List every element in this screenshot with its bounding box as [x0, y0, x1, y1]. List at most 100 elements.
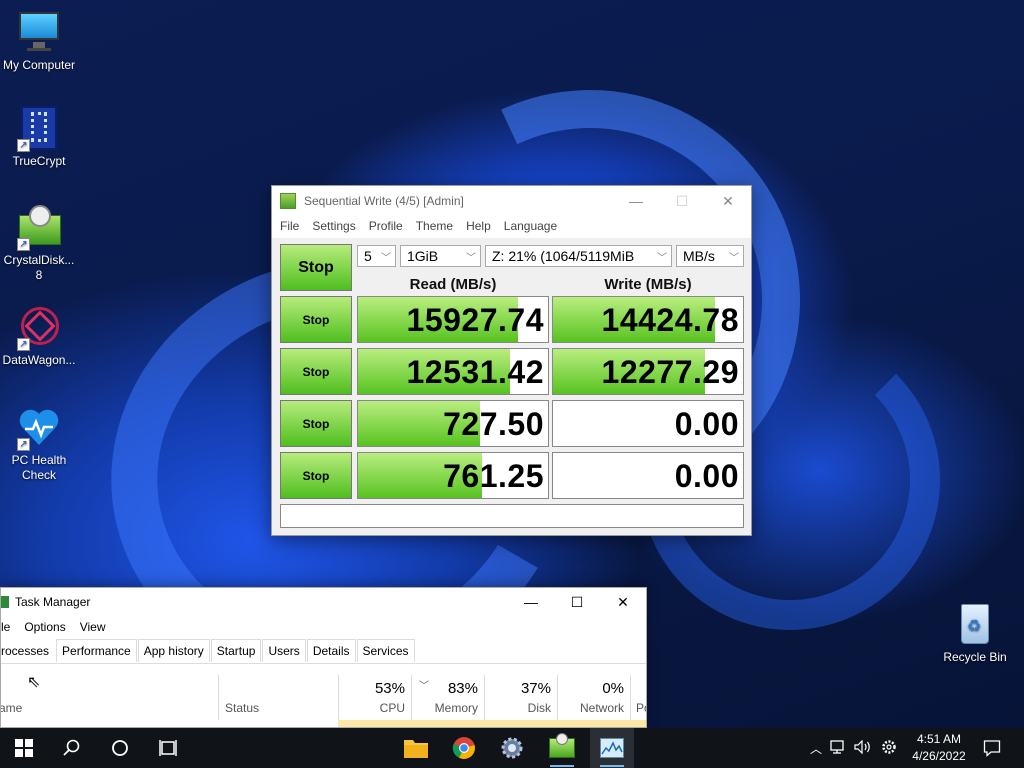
minimize-button[interactable]: — [613, 186, 659, 216]
test-count-select[interactable]: 5 ﹀ [357, 245, 396, 267]
taskbar-clock[interactable]: 4:51 AM 4/26/2022 [908, 731, 970, 765]
write-result-cell: 0.00 [552, 400, 744, 447]
unit-select[interactable]: MB/s ﹀ [676, 245, 744, 267]
taskbar-settings[interactable] [490, 728, 534, 768]
column-memory[interactable]: Memory [414, 701, 478, 715]
search-icon [63, 739, 80, 756]
tm-tabs: rocesses Performance App history Startup… [1, 638, 646, 664]
tab-users[interactable]: Users [262, 639, 306, 662]
folder-icon [404, 740, 428, 758]
menu-profile[interactable]: Profile [369, 219, 403, 233]
chevron-down-icon: ﹀ [381, 253, 391, 264]
write-value: 14424.78 [601, 302, 739, 338]
taskbar-chrome[interactable] [442, 728, 486, 768]
maximize-button[interactable]: ☐ [554, 588, 600, 617]
process-row-highlight [338, 720, 646, 727]
test-size-select[interactable]: 1GiB ﹀ [400, 245, 481, 267]
column-divider [411, 675, 412, 720]
desktop-icon-pc-health-check[interactable]: ↗ PC Health Check [0, 405, 78, 483]
tab-performance[interactable]: Performance [56, 639, 137, 662]
mouse-cursor-icon: ⇖ [27, 674, 41, 691]
drive-select[interactable]: Z: 21% (1064/5119MiB ﹀ [485, 245, 672, 267]
menu-settings[interactable]: Settings [312, 219, 355, 233]
tm-titlebar[interactable]: Task Manager — ☐ ✕ [1, 588, 646, 616]
notification-icon [983, 740, 1001, 757]
taskbar-task-manager[interactable] [590, 728, 634, 768]
task-manager-window: Task Manager — ☐ ✕ le Options View roces… [0, 587, 647, 728]
cortana-button[interactable] [98, 728, 142, 768]
system-tray: ︿ [806, 728, 902, 768]
network-percent: 0% [602, 680, 624, 697]
settings-gear-icon[interactable] [876, 739, 902, 758]
menu-file[interactable]: le [1, 620, 10, 634]
column-name[interactable]: ame [1, 701, 22, 715]
stop-row-button[interactable]: Stop [280, 400, 352, 447]
column-network[interactable]: Network [560, 701, 624, 715]
menu-language[interactable]: Language [504, 219, 557, 233]
maximize-button[interactable]: ☐ [659, 186, 705, 216]
column-divider [218, 675, 219, 720]
chevron-down-icon: ﹀ [657, 253, 667, 264]
desktop-icon-my-computer[interactable]: My Computer [0, 10, 78, 73]
column-status[interactable]: Status [225, 701, 259, 715]
stop-row-button[interactable]: Stop [280, 296, 352, 343]
memory-percent: 83% [447, 680, 478, 697]
gear-icon [501, 737, 523, 759]
menu-view[interactable]: View [80, 620, 106, 634]
stop-row-button[interactable]: Stop [280, 452, 352, 499]
read-column-header: Read (MB/s) [409, 276, 497, 293]
desktop-icon-truecrypt[interactable]: ↗ TrueCrypt [0, 106, 78, 169]
read-value: 727.50 [443, 406, 544, 442]
comment-field[interactable] [280, 504, 744, 528]
windows-logo-icon [15, 739, 33, 757]
menu-theme[interactable]: Theme [416, 219, 453, 233]
start-button[interactable] [2, 728, 46, 768]
close-button[interactable]: ✕ [600, 588, 646, 617]
column-disk[interactable]: Disk [487, 701, 551, 715]
tab-app-history[interactable]: App history [137, 639, 210, 662]
cdm-menubar: File Settings Profile Theme Help Languag… [272, 216, 751, 236]
tab-details[interactable]: Details [306, 639, 356, 662]
desktop-icon-recycle-bin[interactable]: ♻ Recycle Bin [936, 602, 1014, 665]
cdm-titlebar[interactable]: Sequential Write (4/5) [Admin] — ☐ ✕ [272, 186, 751, 216]
taskbar: ︿ 4:51 AM 4/26/2022 [0, 728, 1024, 768]
taskbar-file-explorer[interactable] [394, 728, 438, 768]
menu-file[interactable]: File [280, 219, 299, 233]
read-result-cell: 727.50 [357, 400, 549, 447]
write-result-cell: 12277.29 [552, 348, 744, 395]
stop-all-button[interactable]: Stop [280, 244, 352, 291]
write-value: 12277.29 [601, 354, 739, 390]
cortana-circle-icon [112, 740, 128, 756]
tab-processes[interactable]: rocesses [1, 639, 55, 662]
datawagon-icon: ↗ [17, 305, 61, 351]
chrome-icon [452, 737, 475, 759]
column-power[interactable]: Po [636, 701, 646, 715]
tab-services[interactable]: Services [356, 639, 415, 662]
stop-row-button[interactable]: Stop [280, 348, 352, 395]
volume-icon[interactable] [850, 739, 876, 757]
menu-help[interactable]: Help [466, 219, 491, 233]
taskbar-crystaldiskmark[interactable] [540, 728, 584, 768]
task-view-button[interactable] [146, 728, 190, 768]
desktop-icon-datawagon[interactable]: ↗ DataWagon... [0, 305, 78, 368]
menu-options[interactable]: Options [24, 620, 65, 634]
read-value: 12531.42 [406, 354, 544, 390]
network-icon[interactable] [826, 739, 850, 757]
column-cpu[interactable]: CPU [341, 701, 405, 715]
disk-percent: 37% [520, 680, 551, 697]
process-table-header: ⇖ ame Status 53% CPU ﹀ 83% Memory 37% Di… [1, 674, 646, 727]
search-button[interactable] [50, 728, 94, 768]
tab-startup[interactable]: Startup [210, 639, 262, 662]
column-divider [338, 675, 339, 720]
close-button[interactable]: ✕ [705, 186, 751, 216]
write-value: 0.00 [674, 458, 739, 494]
notification-button[interactable] [970, 728, 1014, 768]
column-divider [484, 675, 485, 720]
chevron-up-icon[interactable]: ︿ [806, 740, 826, 757]
desktop-icon-crystaldiskmark[interactable]: ↗ CrystalDisk... 8 [0, 205, 78, 283]
task-manager-icon [1, 596, 9, 608]
write-value: 0.00 [674, 406, 739, 442]
minimize-button[interactable]: — [508, 588, 554, 617]
read-result-cell: 15927.74 [357, 296, 549, 343]
recycle-bin-icon: ♻ [953, 602, 997, 646]
